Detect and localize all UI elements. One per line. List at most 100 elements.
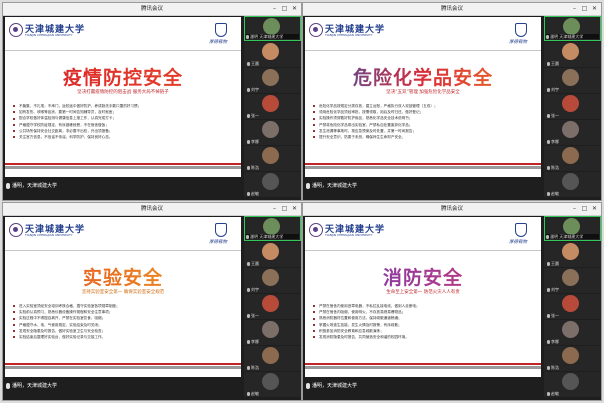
participant-list[interactable]: 潘明 天津城建大学 王晨 刘宇 张一 李娜 陈浩 赵敏 (244, 216, 301, 400)
avatar (262, 269, 279, 286)
meeting-window: 腾讯会议 – □ ✕ 天津城建大学 TIANJIN CHENGJIAN UNIV… (2, 202, 302, 401)
maximize-icon[interactable]: □ (280, 203, 289, 215)
avatar (262, 147, 279, 164)
minimize-icon[interactable]: – (570, 3, 579, 15)
participant-tile[interactable]: 刘宇 (244, 268, 301, 293)
participant-tile[interactable]: 王晨 (244, 42, 301, 67)
microphone-icon (247, 340, 250, 344)
window-title: 腾讯会议 (140, 206, 163, 212)
close-icon[interactable]: ✕ (290, 3, 299, 15)
participant-list[interactable]: 潘明 天津城建大学 王晨 刘宇 张一 李娜 陈浩 赵敏 (244, 16, 301, 200)
avatar (262, 43, 279, 60)
speaker-caption: 潘明，天津城建大学 (6, 181, 226, 191)
minimize-icon[interactable]: – (270, 3, 279, 15)
participant-name-row: 陈浩 (547, 165, 559, 170)
avatar (263, 218, 280, 235)
participant-tile[interactable]: 刘宇 (544, 68, 601, 93)
header-divider (305, 250, 541, 251)
participant-tile[interactable]: 赵敏 (544, 172, 601, 197)
participant-tile[interactable]: 赵敏 (244, 172, 301, 197)
microphone-icon (246, 235, 249, 239)
participant-tile[interactable]: 张一 (244, 294, 301, 319)
microphone-icon (306, 382, 310, 389)
participant-tile[interactable]: 李娜 (244, 320, 301, 345)
close-icon[interactable]: ✕ (590, 203, 599, 215)
participant-tile[interactable]: 陈浩 (244, 346, 301, 371)
maximize-icon[interactable]: □ (580, 3, 589, 15)
participant-tile[interactable]: 潘明 天津城建大学 (544, 216, 601, 241)
participant-name-row: 刘宇 (547, 87, 559, 92)
avatar (562, 121, 579, 138)
header-divider (305, 50, 541, 51)
avatar (563, 18, 580, 35)
participant-list[interactable]: 潘明 天津城建大学 王晨 刘宇 张一 李娜 陈浩 赵敏 (544, 16, 601, 200)
participant-tile[interactable]: 刘宇 (244, 68, 301, 93)
participant-name: 潘明 天津城建大学 (250, 34, 284, 39)
shared-slide: 天津城建大学 TIANJIN CHENGJIAN UNIVERSITY 厚德载物… (305, 17, 541, 177)
participant-name: 刘宇 (251, 287, 259, 292)
minimize-icon[interactable]: – (570, 203, 579, 215)
participant-tile[interactable]: 李娜 (544, 320, 601, 345)
shared-slide: 天津城建大学 TIANJIN CHENGJIAN UNIVERSITY 厚德载物… (305, 217, 541, 377)
participant-tile[interactable]: 王晨 (544, 42, 601, 67)
minimize-icon[interactable]: – (270, 203, 279, 215)
header-divider (5, 50, 241, 51)
close-icon[interactable]: ✕ (590, 3, 599, 15)
microphone-icon (547, 392, 550, 396)
participant-tile[interactable]: 潘明 天津城建大学 (544, 16, 601, 41)
bullet-list: 进入实验室须经安全培训考核合格，遵守实验室各项规章制度； 实验前认真预习，熟悉仪… (13, 303, 233, 340)
bullet-item: 发现消防隐患及时报告，共同营造安全和谐的校园环境。 (313, 334, 533, 340)
participant-list[interactable]: 潘明 天津城建大学 王晨 刘宇 张一 李娜 陈浩 赵敏 (544, 216, 601, 400)
microphone-icon (547, 62, 550, 66)
participant-tile[interactable]: 刘宇 (544, 268, 601, 293)
maximize-icon[interactable]: □ (580, 203, 589, 215)
participant-tile[interactable]: 张一 (244, 94, 301, 119)
participant-name-row: 李娜 (247, 139, 259, 144)
speaker-name: 潘明，天津城建大学 (12, 383, 58, 389)
participant-tile[interactable]: 王晨 (244, 242, 301, 267)
avatar (263, 18, 280, 35)
avatar (562, 95, 579, 112)
participant-name: 王晨 (251, 61, 259, 66)
participant-name-row: 李娜 (547, 139, 559, 144)
participant-name-row: 张一 (547, 113, 559, 118)
participant-name-row: 赵敏 (247, 191, 259, 196)
participant-tile[interactable]: 李娜 (544, 120, 601, 145)
participant-tile[interactable]: 张一 (544, 94, 601, 119)
avatar (562, 373, 579, 390)
avatar (562, 243, 579, 260)
bullet-item: 实验结束后整理好实验台，做好实验记录与交接工作。 (13, 334, 233, 340)
participant-name-row: 李娜 (547, 339, 559, 344)
participant-tile[interactable]: 陈浩 (544, 146, 601, 171)
participant-tile[interactable]: 赵敏 (244, 372, 301, 397)
participant-name: 潘明 天津城建大学 (550, 34, 584, 39)
title-bar: 腾讯会议 – □ ✕ (3, 203, 301, 216)
slide-subtitle: 坚决打赢疫情防控的阻击战 服务大局不掉链子 (77, 90, 169, 95)
participant-tile[interactable]: 赵敏 (544, 372, 601, 397)
slogan: 厚德载物 (209, 240, 227, 245)
participant-tile[interactable]: 陈浩 (544, 346, 601, 371)
bullet-item: 关注官方信息，不信谣不传谣，科学防护，保持良好心态。 (13, 134, 233, 140)
participant-tile[interactable]: 潘明 天津城建大学 (244, 216, 301, 241)
participant-name-row: 刘宇 (247, 287, 259, 292)
participant-tile[interactable]: 李娜 (244, 120, 301, 145)
participant-name: 刘宇 (251, 87, 259, 92)
close-icon[interactable]: ✕ (290, 203, 299, 215)
maximize-icon[interactable]: □ (280, 3, 289, 15)
participant-name: 赵敏 (551, 391, 559, 396)
avatar (562, 295, 579, 312)
participant-name: 刘宇 (551, 87, 559, 92)
participant-name-row: 赵敏 (547, 391, 559, 396)
participant-name-row: 王晨 (547, 261, 559, 266)
speaker-caption: 潘明，天津城建大学 (306, 181, 526, 191)
participant-tile[interactable]: 潘明 天津城建大学 (244, 16, 301, 41)
participant-tile[interactable]: 王晨 (544, 242, 601, 267)
microphone-icon (6, 182, 10, 189)
microphone-icon (247, 166, 250, 170)
university-emblem-icon (9, 223, 23, 237)
participant-tile[interactable]: 张一 (544, 294, 601, 319)
microphone-icon (247, 392, 250, 396)
participant-tile[interactable]: 陈浩 (244, 146, 301, 171)
slogan: 厚德载物 (209, 40, 227, 45)
microphone-icon (547, 340, 550, 344)
